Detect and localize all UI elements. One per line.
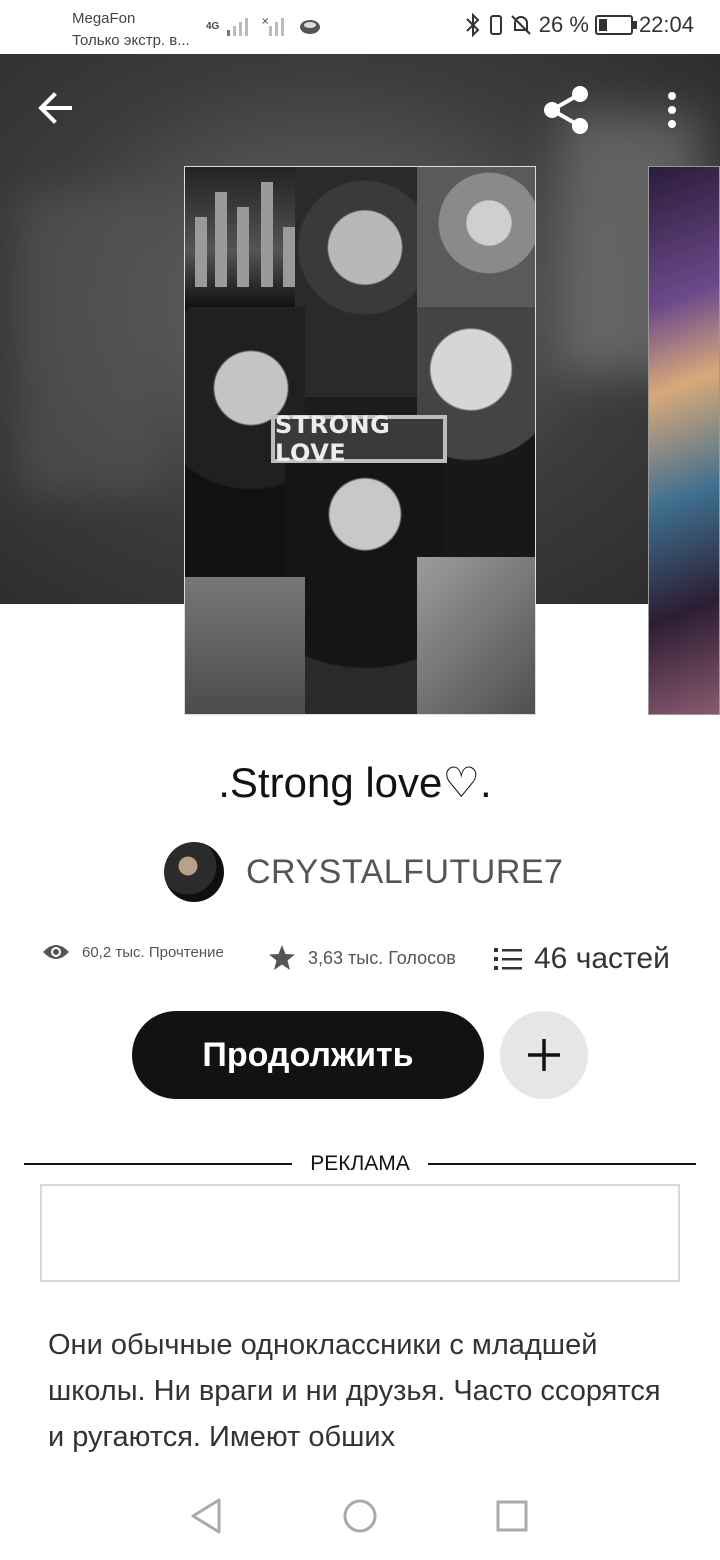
add-to-library-button[interactable] xyxy=(500,1011,588,1099)
battery-icon xyxy=(594,15,637,35)
svg-text:×: × xyxy=(261,16,269,27)
more-vertical-icon xyxy=(668,92,676,128)
battery-fill xyxy=(598,19,607,31)
back-button[interactable] xyxy=(32,84,80,132)
continue-reading-button[interactable]: Продолжить xyxy=(132,1011,484,1099)
top-action-bar xyxy=(0,54,720,164)
eye-icon xyxy=(43,945,69,959)
bluetooth-icon xyxy=(466,13,480,37)
nav-recents-button[interactable] xyxy=(494,1496,530,1541)
cover-panel-bottom-left xyxy=(185,577,305,714)
triangle-back-icon xyxy=(191,1498,221,1534)
votes-stat: 3,63 тыс. Голосов xyxy=(268,944,456,972)
vibrate-icon xyxy=(489,15,502,35)
list-icon xyxy=(494,948,522,970)
author-name[interactable]: CRYSTALFUTURE7 xyxy=(246,853,563,892)
clock: 22:04 xyxy=(638,12,694,37)
carrier-name: MegaFon xyxy=(72,10,136,27)
arrow-left-icon xyxy=(38,92,72,124)
cover-portrait-top xyxy=(295,167,435,397)
story-cover[interactable]: STRONG LOVE xyxy=(184,166,536,715)
share-button[interactable] xyxy=(540,82,596,138)
battery-percent: 26 % xyxy=(538,12,589,37)
parts-stat[interactable]: 46 частей xyxy=(494,942,670,976)
author-link[interactable]: CRYSTALFUTURE7 xyxy=(164,842,563,902)
story-stats: 60,2 тыс. Прочтение 3,63 тыс. Голосов 46… xyxy=(0,934,720,984)
signal-icon xyxy=(227,18,249,36)
ad-divider: РЕКЛАМА xyxy=(24,1150,697,1178)
ad-placeholder[interactable] xyxy=(40,1184,680,1282)
system-nav-bar xyxy=(0,1474,720,1560)
next-story-cover[interactable] xyxy=(648,166,720,715)
circle-home-icon xyxy=(343,1499,377,1533)
nav-back-button[interactable] xyxy=(188,1496,224,1541)
signal-no-service-icon: × xyxy=(261,16,285,36)
bell-off-icon xyxy=(511,15,531,35)
votes-count: 3,63 тыс. Голосов xyxy=(308,947,456,968)
notification-app-icon xyxy=(300,20,321,34)
story-description: Они обычные одноклассники с младшей школ… xyxy=(48,1329,661,1453)
network-indicators: 4G × xyxy=(206,14,323,38)
reads-count: 60,2 тыс. Прочтение xyxy=(82,943,224,961)
reads-stat: 60,2 тыс. Прочтение xyxy=(42,942,224,962)
square-recents-icon xyxy=(496,1500,528,1532)
plus-icon xyxy=(528,1039,560,1071)
status-bar: MegaFon Только экстр. в... 4G × 26 % 22:… xyxy=(0,0,720,54)
carrier-info: MegaFon Только экстр. в... xyxy=(72,8,190,52)
nav-home-button[interactable] xyxy=(342,1496,378,1541)
cover-title-text: STRONG LOVE xyxy=(271,411,447,467)
cover-city-panel xyxy=(185,167,305,307)
status-right: 26 % 22:04 xyxy=(463,12,694,38)
network-type: 4G xyxy=(206,20,220,32)
parts-count[interactable]: 46 частей xyxy=(534,942,670,976)
carrier-note: Только экстр. в... xyxy=(72,31,190,49)
cover-rose-panel xyxy=(417,167,535,307)
more-options-button[interactable] xyxy=(656,86,688,134)
star-icon xyxy=(269,945,295,970)
story-title: .Strong love♡. xyxy=(218,759,492,806)
ad-label: РЕКЛАМА xyxy=(310,1152,410,1175)
share-icon xyxy=(544,86,588,134)
avatar[interactable] xyxy=(164,842,224,902)
action-buttons: Продолжить xyxy=(132,1011,588,1099)
cover-panel-bottom-right xyxy=(417,557,535,714)
